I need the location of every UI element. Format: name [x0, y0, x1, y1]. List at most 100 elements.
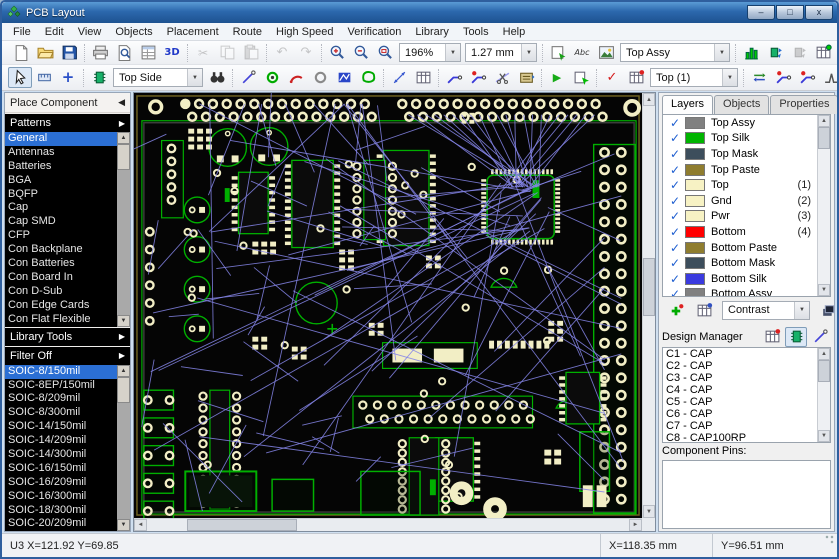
layer-visible-check-icon[interactable]: ✓ [665, 147, 685, 161]
layers-scrollbar[interactable]: ▲ ▼ [817, 115, 830, 296]
menu-tools[interactable]: Tools [456, 25, 496, 39]
scroll-up-icon[interactable]: ▲ [117, 132, 130, 144]
toolbar-grip[interactable] [6, 43, 7, 62]
find-component-button[interactable] [205, 67, 229, 88]
scroll-up-icon[interactable]: ▲ [818, 115, 830, 127]
place-arc-button[interactable] [284, 67, 308, 88]
statistics-button[interactable] [739, 42, 763, 63]
list-item[interactable]: Con Board In [5, 271, 117, 285]
zoom-window-button[interactable] [373, 42, 397, 63]
layer-visible-check-icon[interactable]: ✓ [665, 241, 685, 255]
tab-layers[interactable]: Layers [662, 95, 714, 114]
layer-name[interactable]: Bottom Assy [711, 288, 811, 296]
list-item[interactable]: Con Backplane [5, 243, 117, 257]
layer-color-swatch[interactable] [685, 132, 705, 145]
chevron-down-icon[interactable]: ▼ [445, 44, 460, 61]
scroll-thumb[interactable] [818, 127, 830, 149]
scroll-up-icon[interactable]: ▲ [643, 93, 655, 106]
layer-color-swatch[interactable] [685, 116, 705, 129]
chevron-down-icon[interactable]: ▼ [521, 44, 536, 61]
scroll-down-icon[interactable]: ▼ [117, 314, 130, 327]
list-item[interactable]: Con Flat Flexible [5, 313, 117, 327]
layer-visible-check-icon[interactable]: ✓ [665, 194, 685, 208]
layer-name[interactable]: Bottom Paste [711, 242, 811, 254]
list-item[interactable]: General [5, 132, 117, 146]
place-trace-button[interactable] [236, 67, 260, 88]
library-tools-bar[interactable]: Library Tools ▶ [5, 327, 130, 346]
new-document-button[interactable] [9, 42, 33, 63]
menu-library[interactable]: Library [408, 25, 456, 39]
layer-color-swatch[interactable] [685, 288, 705, 296]
menu-placement[interactable]: Placement [160, 25, 226, 39]
layer-color-swatch[interactable] [685, 194, 705, 207]
route-bus-button[interactable] [514, 67, 538, 88]
scroll-down-icon[interactable]: ▼ [818, 284, 830, 296]
dm-traces-button[interactable] [809, 327, 831, 347]
chevron-down-icon[interactable]: ▼ [187, 69, 202, 86]
components-scrollbar[interactable]: ▲ ▼ [817, 348, 830, 442]
place-fill-button[interactable] [332, 67, 356, 88]
place-dimension-button[interactable] [387, 67, 411, 88]
tab-objects[interactable]: Objects [714, 95, 770, 114]
layer-visible-check-icon[interactable]: ✓ [665, 163, 685, 177]
tab-properties[interactable]: Properties [770, 95, 837, 114]
verify-drc-button[interactable]: ✓ [600, 67, 624, 88]
save-file-button[interactable] [57, 42, 81, 63]
copy-button[interactable] [215, 42, 239, 63]
list-item[interactable]: SOIC-18/300mil [5, 504, 117, 518]
layer-color-swatch[interactable] [685, 210, 705, 223]
canvas-vscrollbar[interactable]: ▲ ▼ [642, 93, 655, 518]
cut-button[interactable]: ✂ [191, 42, 215, 63]
list-item[interactable]: SOIC-8/150mil [5, 364, 117, 379]
combo-zoom[interactable]: 196% ▼ [399, 43, 461, 62]
layer-visible-check-icon[interactable]: ✓ [665, 225, 685, 239]
route-manual-button[interactable] [442, 67, 466, 88]
dm-components-button[interactable] [785, 326, 807, 347]
list-item[interactable]: BGA [5, 174, 117, 188]
list-item[interactable]: CFP [5, 229, 117, 243]
list-item[interactable]: SOIC-8/209mil [5, 392, 117, 406]
component-item[interactable]: C4 - CAP [663, 384, 817, 396]
menu-objects[interactable]: Objects [108, 25, 159, 39]
scroll-thumb[interactable] [818, 360, 830, 382]
list-item[interactable]: Antennas [5, 146, 117, 160]
back-annotate-button[interactable] [787, 42, 811, 63]
scroll-thumb[interactable] [186, 519, 297, 531]
layer-name[interactable]: Bottom Mask [711, 257, 811, 269]
place-via-button[interactable] [260, 67, 284, 88]
layer-color-swatch[interactable] [685, 257, 705, 270]
layer-name[interactable]: Bottom [711, 226, 798, 238]
layer-name[interactable]: Top Paste [711, 164, 811, 176]
component-pins-list[interactable] [662, 460, 831, 529]
place-component-header[interactable]: Place Component ◀ [5, 93, 130, 113]
layer-stackup-button[interactable] [819, 67, 837, 88]
contrast-combo[interactable]: Contrast ▼ [722, 300, 810, 320]
list-item[interactable]: SOIC-16/150mil [5, 462, 117, 476]
update-components-button[interactable] [763, 42, 787, 63]
layer-color-swatch[interactable] [685, 179, 705, 192]
open-file-button[interactable] [33, 42, 57, 63]
place-table-button[interactable] [411, 67, 435, 88]
scroll-up-icon[interactable]: ▲ [117, 364, 130, 377]
scroll-left-icon[interactable]: ◄ [134, 519, 147, 531]
layer-visible-check-icon[interactable]: ✓ [665, 178, 685, 192]
combo-grid[interactable]: 1.27 mm ▼ [465, 43, 537, 62]
convert-to-pcb-button[interactable] [546, 42, 570, 63]
menu-help[interactable]: Help [496, 25, 533, 39]
layer-name[interactable]: Top Silk [711, 132, 811, 144]
scroll-down-icon[interactable]: ▼ [117, 519, 130, 531]
menu-route[interactable]: Route [226, 25, 269, 39]
layer-color-swatch[interactable] [685, 241, 705, 254]
component-item[interactable]: C7 - CAP [663, 420, 817, 432]
autorouter-setup-button[interactable] [569, 67, 593, 88]
layer-name[interactable]: Bottom Silk [711, 273, 811, 285]
component-item[interactable]: C2 - CAP [663, 360, 817, 372]
component-item[interactable]: C5 - CAP [663, 396, 817, 408]
list-item[interactable]: SOIC-8EP/150mil [5, 379, 117, 393]
chevron-down-icon[interactable]: ▼ [722, 69, 737, 86]
list-item[interactable]: SOIC-14/209mil [5, 434, 117, 448]
canvas-hscrollbar[interactable]: ◄ ► [134, 518, 642, 531]
layer-name[interactable]: Pwr [711, 210, 798, 222]
scroll-thumb[interactable] [643, 257, 655, 316]
swap-sides-button[interactable] [747, 67, 771, 88]
